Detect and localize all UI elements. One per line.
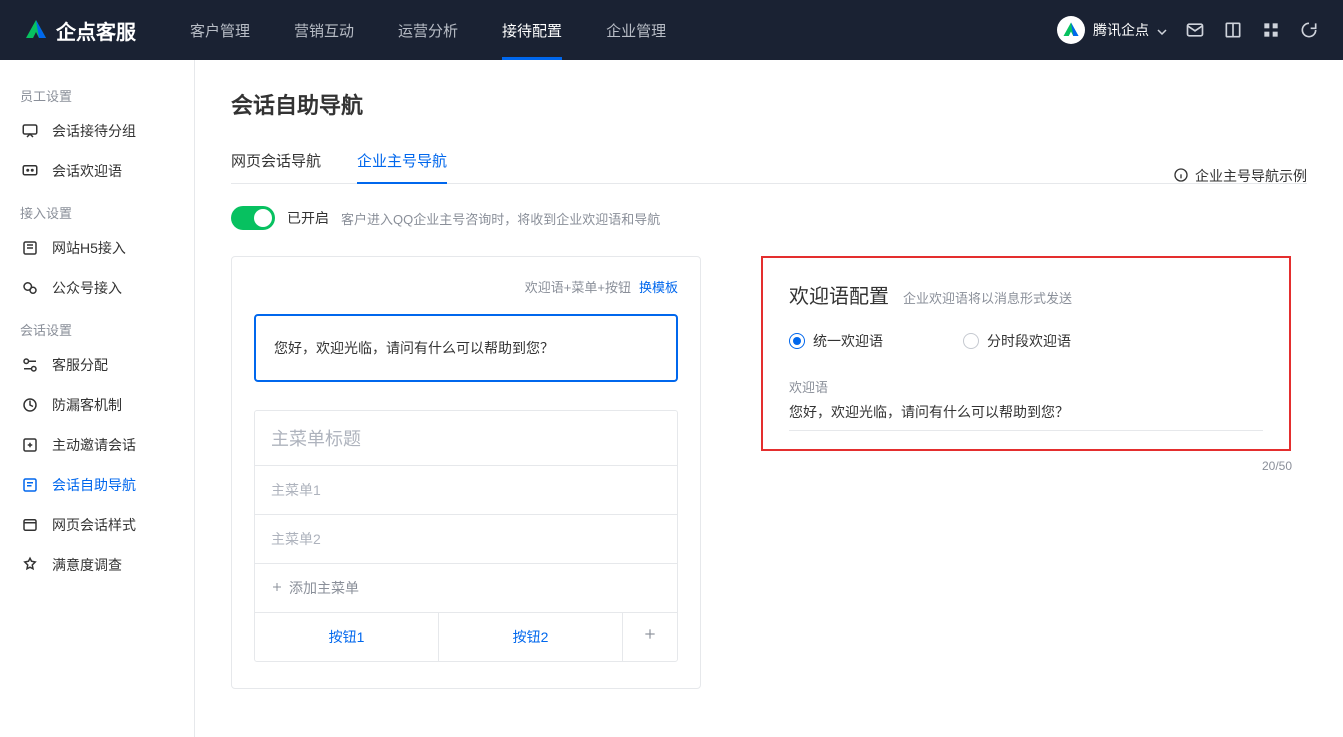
menu-item[interactable]: 主菜单2 [255,515,677,564]
sidebar-item-style[interactable]: 网页会话样式 [0,505,194,545]
content-area: 会话自助导航 网页会话导航 企业主号导航 企业主号导航示例 已开启 客户进入QQ… [195,60,1343,737]
welcome-field-label: 欢迎语 [789,377,1263,396]
welcome-config-panel: 欢迎语配置 企业欢迎语将以消息形式发送 统一欢迎语 分时段欢迎语 欢迎 [761,256,1291,451]
radio-time-welcome[interactable]: 分时段欢迎语 [963,331,1071,351]
subtab-web-nav[interactable]: 网页会话导航 [231,140,321,183]
welcome-icon [20,161,40,181]
sidebar-item-leak[interactable]: 防漏客机制 [0,385,194,425]
nav-right: 腾讯企点 [1057,16,1319,44]
nav-tab-customers[interactable]: 客户管理 [168,0,272,60]
h5-icon [20,238,40,258]
preview-menu-block: 主菜单标题 主菜单1 主菜单2 添加主菜单 按钮1 按钮2 [254,410,678,662]
sidebar-item-wechat[interactable]: 公众号接入 [0,268,194,308]
survey-icon [20,555,40,575]
nav-tab-marketing[interactable]: 营销互动 [272,0,376,60]
radio-dot-icon [789,333,805,349]
menu-item[interactable]: 主菜单1 [255,466,677,515]
sidebar-item-label: 防漏客机制 [52,395,122,415]
radio-label: 统一欢迎语 [813,331,883,351]
nav-tab-enterprise[interactable]: 企业管理 [584,0,688,60]
subtabs: 网页会话导航 企业主号导航 [231,140,1307,184]
sidebar-item-invite[interactable]: 主动邀请会话 [0,425,194,465]
preview-button-2[interactable]: 按钮2 [439,613,623,661]
sidebar-item-label: 网站H5接入 [52,238,126,258]
char-count: 20/50 [1262,459,1292,473]
chat-group-icon [20,121,40,141]
sidebar-item-selfnav[interactable]: 会话自助导航 [0,465,194,505]
add-menu-button[interactable]: 添加主菜单 [255,564,677,613]
sidebar-item-label: 会话自助导航 [52,475,136,495]
nav-tab-reception[interactable]: 接待配置 [480,0,584,60]
radio-unified-welcome[interactable]: 统一欢迎语 [789,331,883,351]
sidebar-group-title: 接入设置 [0,191,194,228]
style-icon [20,515,40,535]
enable-toggle[interactable] [231,206,275,230]
apps-icon[interactable] [1261,20,1281,40]
assign-icon [20,355,40,375]
sidebar-item-label: 客服分配 [52,355,108,375]
leak-icon [20,395,40,415]
brand: 企点客服 [24,16,136,45]
tenant-avatar-icon [1057,16,1085,44]
sidebar: 员工设置 会话接待分组 会话欢迎语 接入设置 网站H5接入 公众号接入 会话设置… [0,60,195,737]
preview-crumb: 欢迎语+菜单+按钮 [525,277,631,296]
example-link-label: 企业主号导航示例 [1195,166,1307,186]
welcome-field-input[interactable]: 您好，欢迎光临，请问有什么可以帮助到您？ [789,402,1263,431]
sidebar-group-title: 员工设置 [0,74,194,111]
sidebar-item-label: 网页会话样式 [52,515,136,535]
menu-title-input[interactable]: 主菜单标题 [255,411,677,466]
sidebar-item-h5[interactable]: 网站H5接入 [0,228,194,268]
sidebar-item-label: 公众号接入 [52,278,122,298]
nav-tab-analytics[interactable]: 运营分析 [376,0,480,60]
wechat-icon [20,278,40,298]
example-link[interactable]: 企业主号导航示例 [1173,166,1307,186]
sidebar-item-assign[interactable]: 客服分配 [0,345,194,385]
plus-icon [271,580,283,596]
brand-logo-icon [24,18,48,42]
brand-name: 企点客服 [56,16,136,45]
sidebar-item-label: 会话欢迎语 [52,161,122,181]
config-subtitle: 企业欢迎语将以消息形式发送 [903,288,1072,307]
sidebar-item-label: 会话接待分组 [52,121,136,141]
chevron-down-icon [1157,22,1167,38]
preview-button-1[interactable]: 按钮1 [255,613,439,661]
config-title: 欢迎语配置 [789,280,889,309]
radio-dot-icon [963,333,979,349]
enable-toggle-row: 已开启 客户进入QQ企业主号咨询时，将收到企业欢迎语和导航 [231,206,1307,230]
selfnav-icon [20,475,40,495]
add-preview-button[interactable] [623,613,677,661]
subtab-enterprise-nav[interactable]: 企业主号导航 [357,140,447,183]
refresh-icon[interactable] [1299,20,1319,40]
toggle-hint: 客户进入QQ企业主号咨询时，将收到企业欢迎语和导航 [341,209,660,228]
add-menu-label: 添加主菜单 [289,578,359,598]
mail-icon[interactable] [1185,20,1205,40]
preview-button-row: 按钮1 按钮2 [255,613,677,661]
sidebar-item-survey[interactable]: 满意度调查 [0,545,194,585]
sidebar-item-chat-group[interactable]: 会话接待分组 [0,111,194,151]
sidebar-item-label: 主动邀请会话 [52,435,136,455]
preview-card: 欢迎语+菜单+按钮 换模板 您好，欢迎光临，请问有什么可以帮助到您？ 主菜单标题… [231,256,701,689]
page-title: 会话自助导航 [231,88,1307,120]
book-icon[interactable] [1223,20,1243,40]
tenant-name: 腾讯企点 [1093,20,1149,40]
tenant-menu[interactable]: 腾讯企点 [1057,16,1167,44]
info-icon [1173,167,1189,186]
sidebar-group-title: 会话设置 [0,308,194,345]
sidebar-item-label: 满意度调查 [52,555,122,575]
nav-tabs: 客户管理 营销互动 运营分析 接待配置 企业管理 [168,0,688,60]
invite-icon [20,435,40,455]
preview-welcome-box[interactable]: 您好，欢迎光临，请问有什么可以帮助到您？ [254,314,678,382]
top-nav: 企点客服 客户管理 营销互动 运营分析 接待配置 企业管理 腾讯企点 [0,0,1343,60]
preview-welcome-text: 您好，欢迎光临，请问有什么可以帮助到您？ [274,340,554,356]
sidebar-item-welcome[interactable]: 会话欢迎语 [0,151,194,191]
change-template-link[interactable]: 换模板 [639,277,678,296]
toggle-status: 已开启 [287,208,329,228]
radio-label: 分时段欢迎语 [987,331,1071,351]
